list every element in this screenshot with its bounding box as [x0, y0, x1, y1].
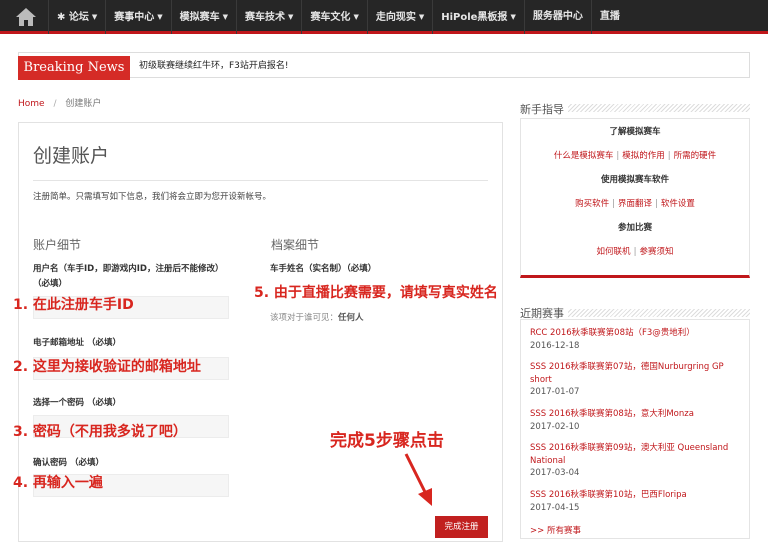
- annotation-step-4: 4. 再输入一遍: [13, 475, 103, 491]
- confirm-password-label: 确认密码 （必填）: [33, 458, 104, 468]
- nav-item-reality[interactable]: 走向现实 ▼: [366, 0, 432, 34]
- realname-label: 车手姓名（实名制）（必填）: [270, 264, 377, 274]
- breadcrumb-separator: /: [53, 99, 57, 109]
- guide-title: 新手指导: [520, 101, 568, 117]
- submit-button[interactable]: 完成注册: [435, 516, 488, 538]
- link-hardware[interactable]: 所需的硬件: [674, 151, 717, 161]
- username-label: 用户名（车手ID，即游戏内ID，注册后不能修改）: [33, 264, 224, 274]
- race-item[interactable]: RCC 2016秋季联赛第08站（F3@贵地利） 2016-12-18: [530, 327, 745, 352]
- annotation-step-2: 2. 这里为接收验证的邮箱地址: [13, 359, 201, 375]
- nav-item-simracing[interactable]: 模拟赛车 ▼: [170, 0, 236, 34]
- guide-heading-1: 了解模拟赛车: [609, 127, 661, 137]
- caret-down-icon: ▼: [353, 13, 359, 21]
- caret-down-icon: ▼: [222, 13, 229, 21]
- breadcrumb: Home / 创建账户: [18, 96, 101, 109]
- password-label: 选择一个密码 （必填）: [33, 398, 121, 408]
- breaking-news-tag: Breaking News: [18, 56, 130, 80]
- breadcrumb-current: 创建账户: [65, 99, 102, 109]
- guide-heading-2: 使用模拟赛车软件: [600, 175, 669, 185]
- star-icon: ✱: [57, 12, 69, 23]
- caret-down-icon: ▼: [157, 13, 163, 21]
- link-translation[interactable]: 界面翻译: [618, 199, 652, 209]
- top-nav: ✱ 论坛 ▼ 赛事中心 ▼ 模拟赛车 ▼ 赛车技术 ▼ 赛车文化 ▼ 走向现实 ▼ HiPo…: [0, 0, 768, 34]
- breadcrumb-home[interactable]: Home: [18, 99, 45, 109]
- visibility-value[interactable]: 任何人: [338, 313, 364, 323]
- nav-item-events[interactable]: 赛事中心 ▼: [105, 0, 170, 34]
- guide-links-2: 购买软件 | 界面翻译 | 软件设置: [575, 199, 695, 209]
- nav-item-forum[interactable]: ✱ 论坛 ▼: [48, 0, 105, 34]
- page-title: 创建账户: [33, 145, 110, 167]
- intro-text: 注册简单。只需填写如下信息，我们将会立即为您开设新帐号。: [33, 192, 272, 202]
- guide-links-1: 什么是模拟赛车 | 模拟的作用 | 所需的硬件: [553, 151, 717, 161]
- caret-down-icon: ▼: [510, 13, 516, 21]
- link-how-to-connect[interactable]: 如何联机: [597, 247, 631, 257]
- annotation-step-1: 1. 在此注册车手ID: [13, 297, 134, 313]
- caret-down-icon: ▼: [91, 13, 98, 21]
- link-buy-software[interactable]: 购买软件: [575, 199, 609, 209]
- profile-section-title: 档案细节: [271, 238, 320, 252]
- caret-down-icon: ▼: [418, 13, 425, 21]
- arrow-down-icon: [404, 453, 432, 506]
- race-item[interactable]: SSS 2016秋季联赛第08站，意大利Monza 2017-02-10: [530, 408, 745, 433]
- link-what-is-simracing[interactable]: 什么是模拟赛车: [554, 151, 614, 161]
- nav-item-culture[interactable]: 赛车文化 ▼: [301, 0, 366, 34]
- all-races-link[interactable]: >> 所有赛事: [530, 524, 581, 536]
- home-icon[interactable]: [12, 5, 40, 29]
- annotation-step-5: 5. 由于直播比赛需要，请填写真实姓名: [254, 285, 498, 301]
- races-box: RCC 2016秋季联赛第08站（F3@贵地利） 2016-12-18 SSS 2…: [520, 319, 750, 539]
- nav-item-tech[interactable]: 赛车技术 ▼: [236, 0, 301, 34]
- annotation-step-3: 3. 密码（不用我多说了吧）: [13, 424, 187, 440]
- account-section-title: 账户细节: [33, 238, 82, 252]
- annotation-finish: 完成5步骤点击: [330, 431, 444, 451]
- nav-item-blackboard[interactable]: HiPole黑板报 ▼: [432, 0, 524, 34]
- guide-box: 了解模拟赛车 什么是模拟赛车 | 模拟的作用 | 所需的硬件 使用模拟赛车软件 购买软件…: [520, 118, 750, 278]
- email-label: 电子邮箱地址 （必填）: [33, 338, 121, 348]
- link-purpose[interactable]: 模拟的作用: [622, 151, 665, 161]
- nav-item-servers[interactable]: 服务器中心: [523, 0, 591, 34]
- link-settings[interactable]: 软件设置: [661, 199, 695, 209]
- race-item[interactable]: SSS 2016秋季联赛第10站，巴西Floripa 2017-04-15: [530, 489, 745, 514]
- divider: [33, 180, 488, 181]
- nav-menu: ✱ 论坛 ▼ 赛事中心 ▼ 模拟赛车 ▼ 赛车技术 ▼ 赛车文化 ▼ 走向现实 ▼ HiPo…: [48, 0, 628, 34]
- nav-item-live[interactable]: 直播: [590, 0, 628, 34]
- breaking-news-bar: Breaking News 初级联赛继续红牛环，F3站开启报名!: [18, 52, 750, 80]
- breaking-news-text[interactable]: 初级联赛继续红牛环，F3站开启报名!: [139, 57, 289, 75]
- guide-links-3: 如何联机 | 参赛须知: [596, 247, 674, 257]
- username-required: （必填）: [33, 279, 68, 289]
- race-item[interactable]: SSS 2016秋季联赛第09站，澳大利亚 Queensland Nationa…: [530, 442, 745, 480]
- guide-heading-3: 参加比赛: [617, 223, 652, 233]
- caret-down-icon: ▼: [288, 13, 294, 21]
- race-item[interactable]: SSS 2016秋季联赛第07站，德国Nurburgring GP short 2…: [530, 361, 745, 399]
- link-rules[interactable]: 参赛须知: [639, 247, 673, 257]
- visibility-note: 该项对于谁可见：任何人: [270, 313, 364, 323]
